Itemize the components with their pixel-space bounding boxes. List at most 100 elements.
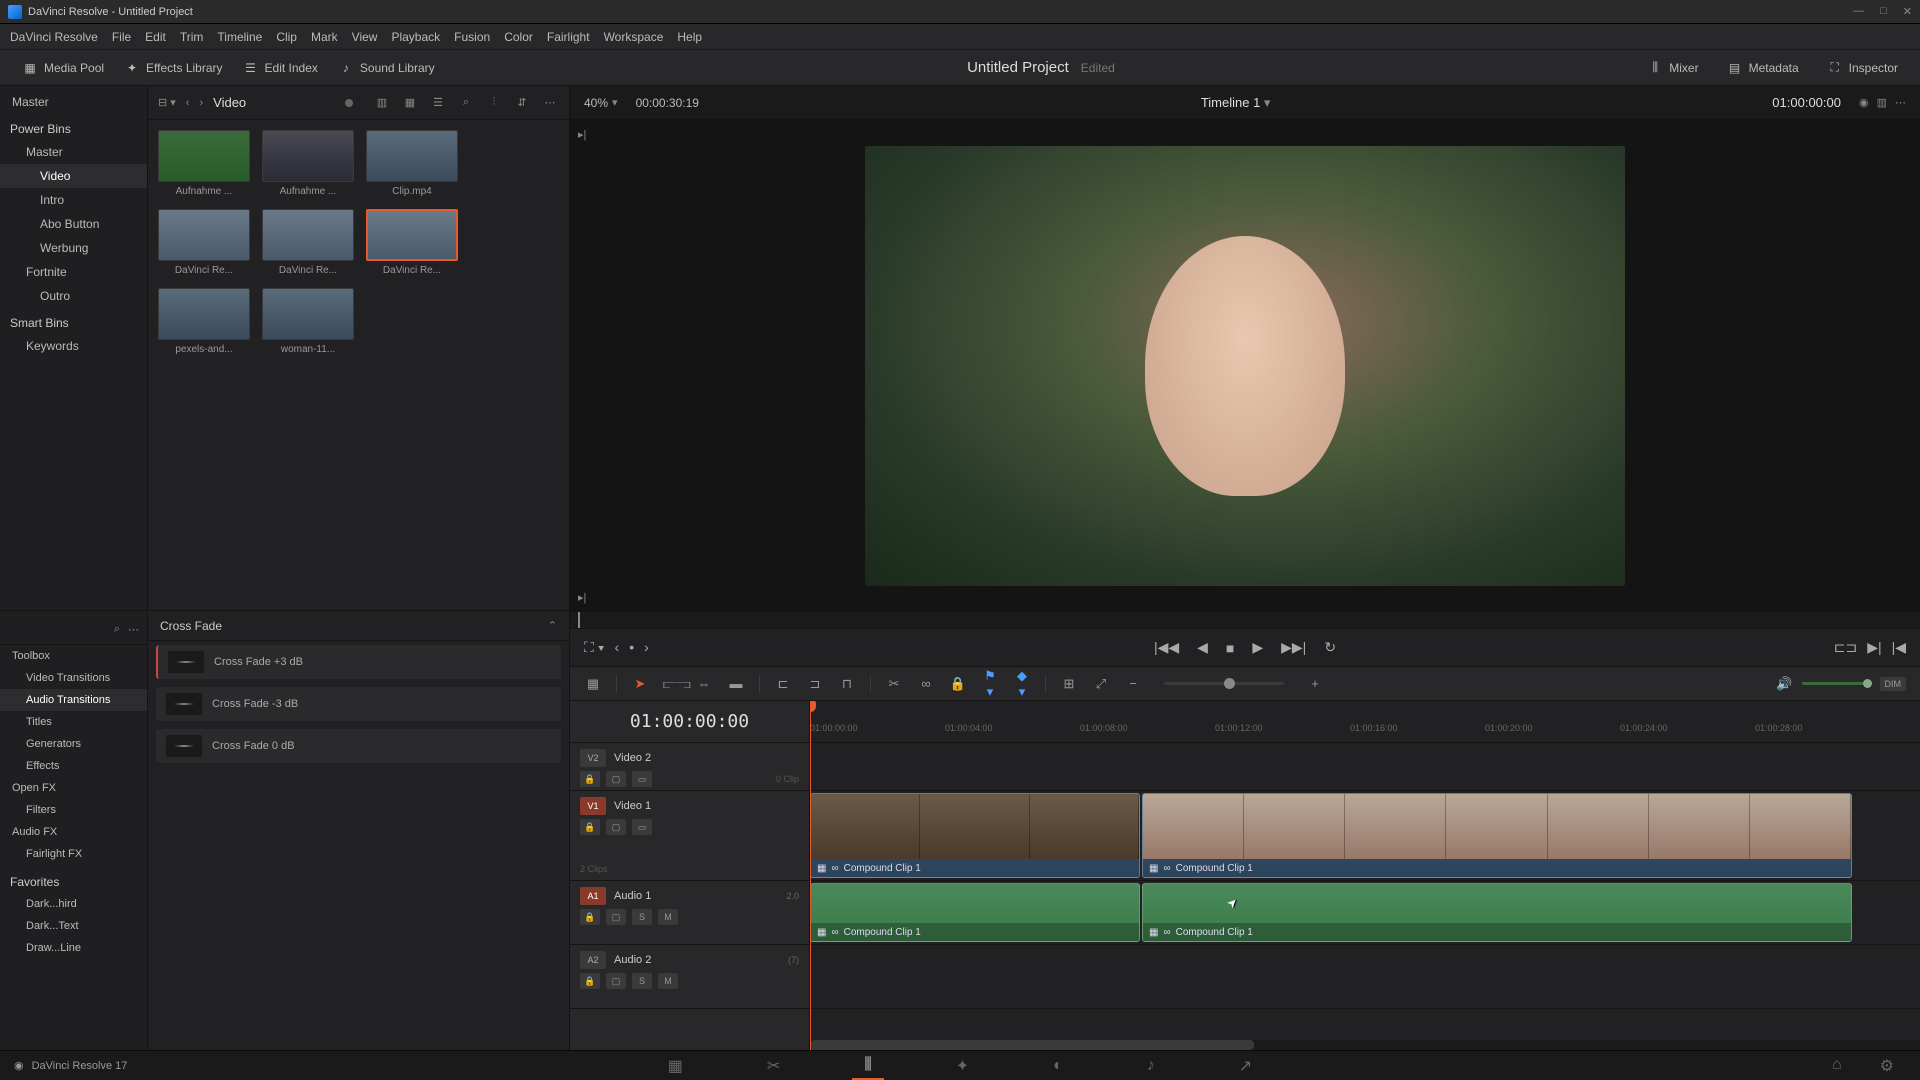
fusion-page-tab[interactable]: ✦ [944, 1052, 981, 1080]
step-forward-button[interactable]: ▶▶| [1281, 639, 1306, 656]
fx-open-fx[interactable]: Open FX [0, 777, 147, 799]
fx-search-icon[interactable]: ⌕ [114, 623, 120, 636]
maximize-button[interactable]: □ [1880, 5, 1887, 18]
menu-davinci[interactable]: DaVinci Resolve [10, 30, 98, 44]
fx-fairlight-fx[interactable]: Fairlight FX [0, 843, 147, 865]
media-back-icon[interactable]: ‹ [186, 97, 190, 109]
bin-fortnite[interactable]: Fortnite [0, 260, 147, 284]
media-more-icon[interactable]: ⋯ [541, 96, 559, 109]
menu-view[interactable]: View [352, 30, 378, 44]
track-lock-icon[interactable]: 🔒 [580, 771, 600, 787]
track-header-a1[interactable]: A1Audio 12.0 🔒▢SM [570, 881, 809, 945]
video-clip-2[interactable]: ▦∞Compound Clip 1 [1142, 793, 1852, 878]
fx-entry-crossfade-0[interactable]: Cross Fade 0 dB [156, 729, 561, 763]
volume-slider[interactable] [1802, 682, 1872, 685]
viewer-bypass-icon[interactable]: ◉ [1859, 96, 1869, 109]
dim-button[interactable]: DIM [1880, 677, 1907, 691]
media-fwd-icon[interactable]: › [199, 97, 203, 109]
track-header-v1[interactable]: V1Video 1 🔒▢▭ 2 Clips [570, 791, 809, 881]
nav-prev-icon[interactable]: ‹ [615, 639, 620, 656]
prev-edit-icon[interactable]: |◀ [1892, 639, 1906, 656]
bin-outro[interactable]: Outro [0, 284, 147, 308]
marker-icon[interactable]: ◆ ▾ [1013, 668, 1031, 700]
menu-help[interactable]: Help [677, 30, 702, 44]
viewer-step-end-icon[interactable]: ▸| [578, 591, 586, 604]
fx-audio-transitions[interactable]: Audio Transitions [0, 689, 147, 711]
deliver-page-tab[interactable]: ↗ [1227, 1052, 1264, 1080]
fx-toolbox[interactable]: Toolbox [0, 645, 147, 667]
menu-trim[interactable]: Trim [180, 30, 204, 44]
zoom-fit-icon[interactable]: ⤢ [1092, 676, 1110, 692]
media-clip[interactable]: DaVinci Re... [262, 209, 354, 276]
volume-icon[interactable]: 🔊 [1776, 676, 1794, 692]
timeline-ruler[interactable]: 01:00:00:0001:00:04:0001:00:08:0001:00:1… [810, 701, 1920, 743]
lock-icon[interactable]: 🔒 [949, 676, 967, 692]
goto-start-button[interactable]: |◀◀ [1154, 639, 1179, 656]
menu-fairlight[interactable]: Fairlight [547, 30, 590, 44]
insert-clip-icon[interactable]: ⊏ [774, 676, 792, 692]
fx-fav-1[interactable]: Dark...hird [0, 893, 147, 915]
overwrite-clip-icon[interactable]: ⊐ [806, 676, 824, 692]
play-button[interactable]: ▶ [1252, 639, 1263, 656]
media-clip[interactable]: DaVinci Re... [366, 209, 458, 276]
video-clip-1[interactable]: ▦∞Compound Clip 1 [810, 793, 1140, 878]
match-frame-icon[interactable]: ⛶ ▾ [584, 639, 605, 656]
fx-generators[interactable]: Generators [0, 733, 147, 755]
color-page-tab[interactable]: ◐ [1041, 1053, 1075, 1079]
bin-keywords[interactable]: Keywords [0, 334, 147, 358]
fx-video-transitions[interactable]: Video Transitions [0, 667, 147, 689]
bin-master-root[interactable]: Master [0, 90, 147, 114]
sound-library-button[interactable]: ♪Sound Library [328, 56, 445, 80]
track-header-v2[interactable]: V2Video 2 🔒▢▭0 Clip [570, 743, 809, 791]
track-mute-button[interactable]: M [658, 973, 678, 989]
media-view-grid-icon[interactable]: ▦ [401, 96, 419, 109]
cut-page-tab[interactable]: ✂ [755, 1052, 792, 1080]
settings-icon[interactable]: ⚙ [1868, 1052, 1906, 1080]
viewer-canvas[interactable]: ▸| ▸| [570, 120, 1920, 612]
menu-timeline[interactable]: Timeline [217, 30, 262, 44]
media-page-tab[interactable]: ▦ [656, 1052, 695, 1080]
overwrite-icon[interactable]: ⊏⊐ [1834, 639, 1857, 656]
audio-clip-1[interactable]: ▦∞Compound Clip 1 [810, 883, 1140, 942]
media-view-strip-icon[interactable]: ▥ [373, 96, 391, 109]
track-solo-button[interactable]: S [632, 909, 652, 925]
menu-file[interactable]: File [112, 30, 131, 44]
bin-abo[interactable]: Abo Button [0, 212, 147, 236]
bin-video[interactable]: Video [0, 164, 147, 188]
track-enable-icon[interactable]: ▢ [606, 973, 626, 989]
timeline-name[interactable]: Timeline 1 ▾ [1201, 95, 1271, 111]
audio-clip-2[interactable]: ▦∞Compound Clip 1 [1142, 883, 1852, 942]
timeline-tracks[interactable]: 01:00:00:0001:00:04:0001:00:08:0001:00:1… [810, 701, 1920, 1050]
fx-more-icon[interactable]: ⋯ [128, 623, 139, 636]
viewer-zoom[interactable]: 40% [584, 96, 608, 110]
snap-icon[interactable]: ⊞ [1060, 676, 1078, 692]
track-enable-icon[interactable]: ▢ [606, 909, 626, 925]
timeline-zoom-slider[interactable] [1164, 682, 1284, 685]
fairlight-page-tab[interactable]: ♪ [1135, 1053, 1167, 1079]
menu-playback[interactable]: Playback [391, 30, 440, 44]
nav-dot-icon[interactable]: • [629, 639, 634, 656]
bin-master[interactable]: Master [0, 140, 147, 164]
fx-collapse-icon[interactable]: ⌃ [548, 619, 557, 632]
track-lock-icon[interactable]: 🔒 [580, 909, 600, 925]
timeline-scrollbar[interactable] [810, 1040, 1920, 1050]
track-enable-icon[interactable]: ▢ [606, 819, 626, 835]
viewer-dual-icon[interactable]: ▥ [1877, 96, 1887, 109]
minimize-button[interactable]: ― [1853, 5, 1864, 18]
bin-werbung[interactable]: Werbung [0, 236, 147, 260]
selection-tool-icon[interactable]: ➤ [631, 676, 649, 692]
media-view-list-icon[interactable]: ☰ [429, 96, 447, 109]
track-header-a2[interactable]: A2Audio 2(7) 🔒▢SM [570, 945, 809, 1009]
fx-effects[interactable]: Effects [0, 755, 147, 777]
track-view-icon[interactable]: ▭ [632, 771, 652, 787]
media-clip[interactable]: Aufnahme ... [262, 130, 354, 197]
tl-view-options-icon[interactable]: ▦ [584, 676, 602, 692]
track-enable-icon[interactable]: ▢ [606, 771, 626, 787]
zoom-dropdown-icon[interactable]: ▾ [612, 96, 618, 109]
media-list-toggle-icon[interactable]: ⊟ ▾ [158, 96, 176, 109]
trim-tool-icon[interactable]: ⫍⫎ [663, 676, 681, 692]
viewer-more-icon[interactable]: ⋯ [1895, 96, 1906, 109]
track-lock-icon[interactable]: 🔒 [580, 819, 600, 835]
bin-intro[interactable]: Intro [0, 188, 147, 212]
mixer-button[interactable]: ⫼Mixer [1637, 56, 1708, 80]
